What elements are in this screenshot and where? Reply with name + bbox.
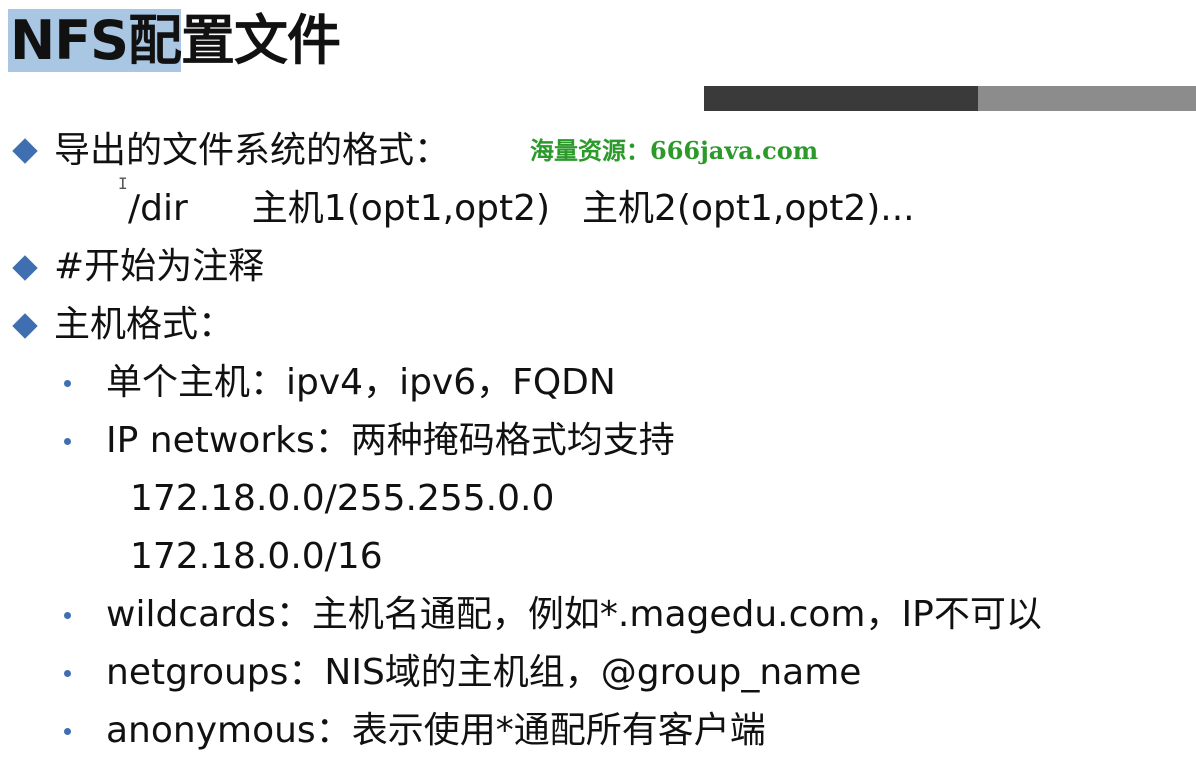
dot-bullet-icon	[64, 670, 71, 677]
title-highlight: NFS配	[8, 9, 182, 72]
dot-bullet-icon	[64, 728, 71, 735]
host-format-item: 单个主机：ipv4，ipv6，FQDN	[106, 362, 616, 403]
header-bar-light	[978, 86, 1196, 111]
diamond-bullet-icon	[12, 138, 38, 164]
host-format-item: IP networks：两种掩码格式均支持	[106, 420, 675, 461]
host-format-item: wildcards：主机名通配，例如*.magedu.com，IP不可以	[106, 594, 1042, 635]
text-cursor-icon: I	[118, 174, 128, 193]
network-example: 172.18.0.0/255.255.0.0	[130, 478, 555, 519]
dot-bullet-icon	[64, 380, 71, 387]
host-format-label: 主机格式：	[54, 304, 235, 345]
watermark-text: 海量资源：666java.com	[530, 136, 819, 165]
slide-title: NFS配置文件	[8, 6, 341, 76]
header-bar-dark	[704, 86, 978, 111]
network-example: 172.18.0.0/16	[130, 536, 383, 577]
syntax-dir: /dir	[128, 188, 188, 229]
syntax-host2: 主机2(opt1,opt2)...	[582, 188, 915, 229]
comment-rule-text: #开始为注释	[54, 246, 265, 287]
diamond-bullet-icon	[12, 313, 38, 339]
dot-bullet-icon	[64, 438, 71, 445]
diamond-bullet-icon	[12, 255, 38, 281]
host-format-item: netgroups：NIS域的主机组，@group_name	[106, 652, 862, 693]
syntax-host1: 主机1(opt1,opt2)	[251, 188, 551, 229]
export-format-label: 导出的文件系统的格式：	[54, 130, 451, 171]
dot-bullet-icon	[64, 612, 71, 619]
export-syntax-line: /dir 主机1(opt1,opt2) 主机2(opt1,opt2)...	[128, 186, 915, 232]
title-rest: 置文件	[180, 9, 341, 72]
host-format-item: anonymous：表示使用*通配所有客户端	[106, 710, 766, 751]
